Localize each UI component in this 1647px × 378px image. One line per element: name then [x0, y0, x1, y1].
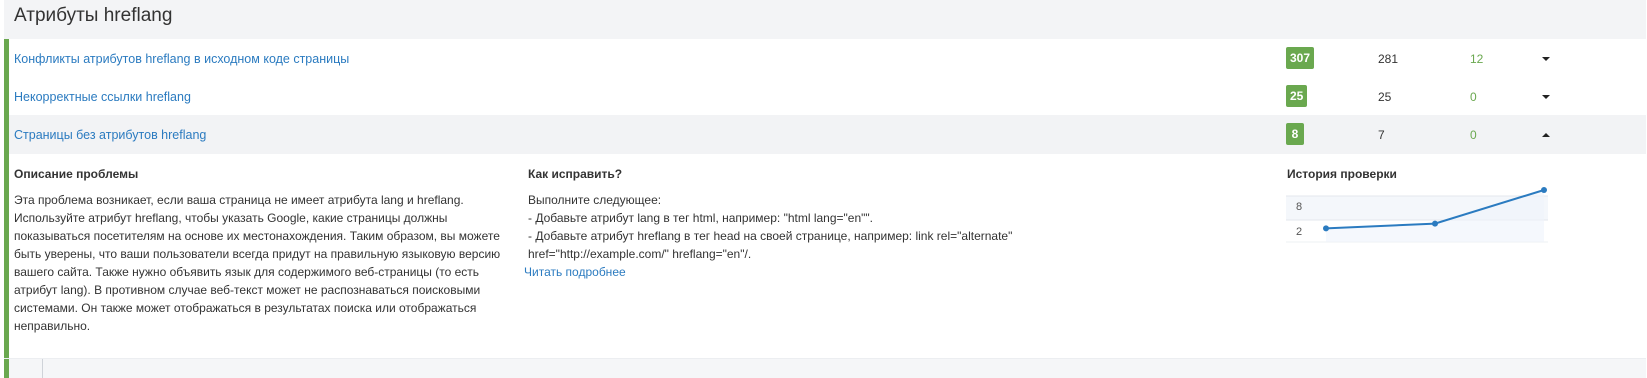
- description-line: быть уверены, что ваши пользователи всег…: [14, 247, 501, 261]
- description-line: Используйте атрибут hreflang, чтобы указ…: [14, 211, 448, 225]
- history-chart: 82: [1286, 186, 1548, 246]
- issue-count: 7: [1378, 128, 1385, 142]
- chart-point: [1541, 187, 1547, 193]
- description-line: системами. Он также может отображаться в…: [14, 301, 477, 315]
- chart-tick-label: 8: [1296, 201, 1302, 213]
- fix-text: Выполните следующее: - Добавьте атрибут …: [528, 191, 1012, 263]
- fix-line: - Добавьте атрибут lang в тег html, напр…: [528, 211, 873, 225]
- issue-row-invalid-hreflang-links[interactable]: Некорректные ссылки hreflang 25 25 0: [4, 77, 1646, 117]
- severity-bar: [4, 154, 9, 358]
- description-line: вашего сайта. Также нужно объявить язык …: [14, 265, 480, 279]
- fix-line: href="http://example.com/" hreflang="en"…: [528, 247, 752, 261]
- issue-delta: 0: [1470, 128, 1477, 142]
- description-line: атрибут lang). В противном случае веб-те…: [14, 283, 481, 297]
- issue-detail-panel: Описание проблемы Эта проблема возникает…: [4, 154, 1646, 358]
- chart-tick-label: 2: [1296, 226, 1302, 238]
- chart-point: [1323, 225, 1329, 232]
- severity-bar: [4, 39, 9, 78]
- issue-delta: 12: [1470, 52, 1484, 66]
- fix-heading: Как исправить?: [528, 167, 623, 181]
- section-title: Атрибуты hreflang: [14, 5, 173, 26]
- fix-line: - Добавьте атрибут hreflang в тег head н…: [528, 229, 1013, 243]
- issue-title-link[interactable]: Страницы без атрибутов hreflang: [14, 127, 206, 143]
- description-text: Эта проблема возникает, если ваша страни…: [14, 191, 500, 335]
- issue-count: 25: [1378, 90, 1392, 104]
- detail-footer: [4, 358, 1646, 378]
- read-more-link[interactable]: Читать подробнее: [524, 264, 626, 280]
- issue-delta: 0: [1470, 90, 1477, 104]
- history-chart-svg: 82: [1286, 187, 1548, 243]
- chart-point: [1432, 220, 1438, 227]
- description-line: Эта проблема возникает, если ваша страни…: [14, 193, 464, 207]
- issue-count: 281: [1378, 52, 1399, 66]
- description-line: показываться посетителям на основе их ме…: [14, 229, 500, 243]
- issue-row-pages-without-hreflang[interactable]: Страницы без атрибутов hreflang 8 7 0: [4, 115, 1646, 155]
- section-header: Атрибуты hreflang: [4, 0, 1646, 40]
- fix-line: Выполните следующее:: [528, 193, 662, 207]
- footer-divider: [42, 359, 43, 378]
- chevron-down-icon[interactable]: [1539, 91, 1553, 103]
- severity-bar: [4, 77, 9, 116]
- chevron-up-icon[interactable]: [1539, 129, 1553, 141]
- issue-title-link[interactable]: Конфликты атрибутов hreflang в исходном …: [14, 51, 349, 67]
- description-line: неправильно.: [14, 319, 91, 333]
- issue-title-link[interactable]: Некорректные ссылки hreflang: [14, 89, 191, 105]
- total-badge: 8: [1286, 123, 1304, 145]
- history-heading: История проверки: [1287, 167, 1397, 181]
- total-badge: 307: [1286, 47, 1315, 69]
- severity-bar: [4, 115, 9, 154]
- issue-row-hreflang-conflicts[interactable]: Конфликты атрибутов hreflang в исходном …: [4, 39, 1646, 79]
- severity-bar: [4, 359, 9, 378]
- description-heading: Описание проблемы: [14, 167, 139, 181]
- total-badge: 25: [1286, 85, 1308, 107]
- chevron-down-icon[interactable]: [1539, 53, 1553, 65]
